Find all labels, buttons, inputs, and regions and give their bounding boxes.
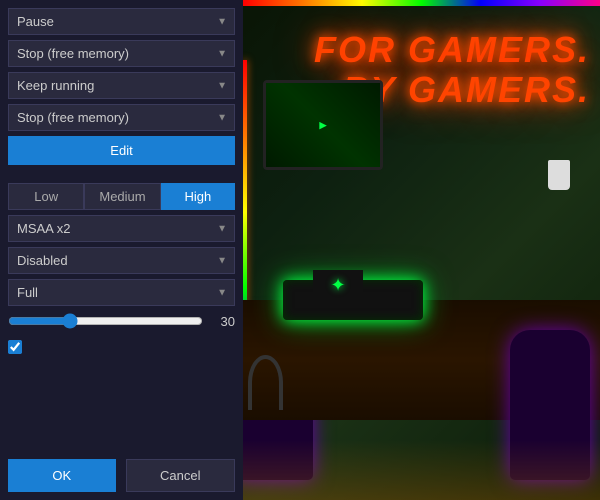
- monitor-screen: ▶: [266, 83, 380, 167]
- quality-row: Low Medium High: [8, 183, 235, 210]
- msaa-dropdown[interactable]: Disabled MSAA x2 MSAA x4 MSAA x8: [8, 215, 235, 242]
- monitor-display: ▶: [320, 120, 327, 131]
- razer-logo: ✦: [330, 275, 345, 296]
- full-dropdown-wrapper: Full Half Quarter: [8, 279, 235, 306]
- slider-value: 30: [211, 314, 235, 329]
- edit-button[interactable]: Edit: [8, 136, 235, 165]
- quality-slider[interactable]: [8, 313, 203, 329]
- stop-dropdown-1-wrapper: Stop (free memory) Pause Keep running: [8, 40, 235, 67]
- rainbow-bar: [243, 0, 600, 6]
- floor-glow: [243, 440, 600, 500]
- quality-high-button[interactable]: High: [161, 183, 235, 210]
- left-panel: Pause Stop (free memory) Keep running St…: [0, 0, 243, 500]
- stop-dropdown-2-wrapper: Stop (free memory) Pause Keep running: [8, 104, 235, 131]
- disabled-dropdown[interactable]: Disabled Enabled Auto: [8, 247, 235, 274]
- gaming-background: FOR GAMERS. BY GAMERS. ▶ ✦: [243, 0, 600, 500]
- headphones: [248, 355, 283, 410]
- spacer-1: [8, 170, 235, 178]
- cancel-button[interactable]: Cancel: [126, 459, 236, 492]
- ok-button[interactable]: OK: [8, 459, 116, 492]
- cup: [548, 160, 570, 190]
- quality-medium-button[interactable]: Medium: [84, 183, 160, 210]
- msaa-dropdown-wrapper: Disabled MSAA x2 MSAA x4 MSAA x8: [8, 215, 235, 242]
- disabled-dropdown-wrapper: Disabled Enabled Auto: [8, 247, 235, 274]
- neon-line-1: FOR GAMERS.: [314, 30, 590, 70]
- quality-low-button[interactable]: Low: [8, 183, 84, 210]
- bottom-buttons: OK Cancel: [8, 451, 235, 492]
- stop-dropdown-1[interactable]: Stop (free memory) Pause Keep running: [8, 40, 235, 67]
- keep-running-dropdown-wrapper: Pause Stop (free memory) Keep running: [8, 72, 235, 99]
- full-dropdown[interactable]: Full Half Quarter: [8, 279, 235, 306]
- keep-running-dropdown[interactable]: Pause Stop (free memory) Keep running: [8, 72, 235, 99]
- checkbox-row: [8, 336, 235, 358]
- razer-area: ✦: [313, 270, 363, 300]
- stop-dropdown-2[interactable]: Stop (free memory) Pause Keep running: [8, 104, 235, 131]
- pause-dropdown-wrapper: Pause Stop (free memory) Keep running: [8, 8, 235, 35]
- slider-row: 30: [8, 311, 235, 331]
- pause-dropdown[interactable]: Pause Stop (free memory) Keep running: [8, 8, 235, 35]
- settings-checkbox[interactable]: [8, 340, 22, 354]
- right-panel: FOR GAMERS. BY GAMERS. ▶ ✦: [243, 0, 600, 500]
- monitor: ▶: [263, 80, 383, 170]
